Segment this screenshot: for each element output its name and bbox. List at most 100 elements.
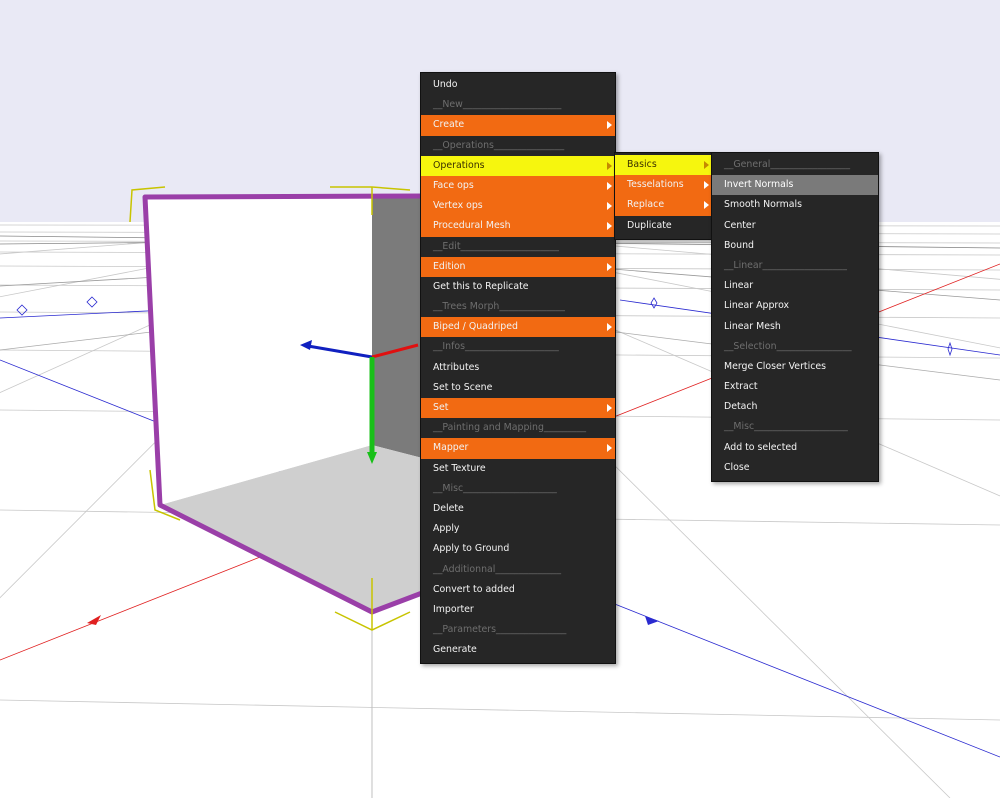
menu-item-vertex-ops[interactable]: Vertex ops	[421, 196, 615, 217]
submenu-arrow-icon	[607, 262, 612, 271]
menu-item-undo[interactable]: Undo	[421, 75, 615, 95]
menu-item-label: __Parameters_______________	[433, 624, 567, 636]
menu-item-generate[interactable]: Generate	[421, 640, 615, 660]
menu-separator-infos: __Infos____________________	[421, 337, 615, 357]
menu-item-label: Close	[724, 461, 750, 473]
menu-separator-linear: __Linear__________________	[712, 256, 878, 276]
menu-item-label: Convert to added	[433, 583, 515, 595]
menu-item-label: Tesselations	[627, 179, 684, 191]
menu-separator-misc: __Misc____________________	[421, 479, 615, 499]
menu-item-extract[interactable]: Extract	[712, 377, 878, 397]
menu-item-label: Linear	[724, 280, 754, 292]
submenu-arrow-icon	[607, 202, 612, 211]
menu-item-biped-quadriped[interactable]: Biped / Quadriped	[421, 317, 615, 338]
operations-submenu: Basics Tesselations Replace Duplicate	[614, 152, 713, 240]
menu-separator-parameters: __Parameters_______________	[421, 620, 615, 640]
submenu-arrow-icon	[607, 121, 612, 130]
menu-item-apply[interactable]: Apply	[421, 519, 615, 539]
menu-item-apply-to-ground[interactable]: Apply to Ground	[421, 539, 615, 559]
menu-item-label: Attributes	[433, 361, 480, 373]
menu-item-label: Generate	[433, 644, 477, 656]
menu-item-label: Basics	[627, 159, 657, 170]
menu-item-delete[interactable]: Delete	[421, 499, 615, 519]
menu-item-basics[interactable]: Basics	[615, 155, 712, 176]
menu-item-mapper[interactable]: Mapper	[421, 438, 615, 459]
menu-item-label: Replace	[627, 199, 665, 211]
menu-item-tesselations[interactable]: Tesselations	[615, 175, 712, 196]
menu-item-duplicate[interactable]: Duplicate	[615, 216, 712, 236]
context-menu: Undo __New_____________________ Create __Op…	[420, 72, 616, 665]
menu-item-linear-mesh[interactable]: Linear Mesh	[712, 317, 878, 337]
menu-item-label: Duplicate	[627, 219, 672, 231]
menu-item-label: Smooth Normals	[724, 199, 802, 211]
menu-item-label: __Misc____________________	[724, 421, 848, 433]
submenu-arrow-icon	[607, 161, 612, 170]
menu-item-label: Procedural Mesh	[433, 220, 511, 232]
menu-item-edition[interactable]: Edition	[421, 256, 615, 277]
menu-item-invert-normals[interactable]: Invert Normals	[712, 175, 878, 196]
menu-item-label: Importer	[433, 603, 474, 615]
menu-item-set-to-scene[interactable]: Set to Scene	[421, 378, 615, 398]
menu-item-center[interactable]: Center	[712, 216, 878, 236]
submenu-arrow-icon	[607, 222, 612, 231]
menu-item-label: Extract	[724, 381, 758, 393]
menu-item-label: __Edit_____________________	[433, 240, 559, 252]
menu-item-label: Operations	[433, 159, 485, 171]
menu-item-label: __Selection________________	[724, 340, 852, 352]
submenu-arrow-icon	[704, 161, 709, 169]
menu-item-label: Apply	[433, 523, 460, 535]
menu-item-label: Undo	[433, 79, 458, 90]
menu-item-set[interactable]: Set	[421, 398, 615, 419]
menu-item-label: Mapper	[433, 442, 469, 454]
menu-item-linear[interactable]: Linear	[712, 276, 878, 296]
submenu-arrow-icon	[607, 181, 612, 190]
menu-item-label: Vertex ops	[433, 200, 483, 212]
menu-item-label: __General_________________	[724, 159, 851, 170]
menu-separator-general: __General_________________	[712, 155, 878, 175]
menu-separator-edit: __Edit_____________________	[421, 237, 615, 257]
menu-item-label: Set	[433, 402, 449, 413]
menu-item-attributes[interactable]: Attributes	[421, 358, 615, 378]
menu-item-linear-approx[interactable]: Linear Approx	[712, 296, 878, 316]
menu-item-smooth-normals[interactable]: Smooth Normals	[712, 195, 878, 215]
submenu-arrow-icon	[704, 181, 709, 190]
submenu-arrow-icon	[607, 404, 612, 412]
menu-item-procedural-mesh[interactable]: Procedural Mesh	[421, 216, 615, 237]
menu-item-label: Invert Normals	[724, 179, 794, 191]
menu-item-label: Edition	[433, 260, 466, 272]
menu-item-operations[interactable]: Operations	[421, 155, 615, 176]
menu-separator-painting-and-mapping: __Painting and Mapping_________	[421, 418, 615, 438]
submenu-arrow-icon	[607, 323, 612, 332]
menu-separator-additionnal: __Additionnal______________	[421, 560, 615, 580]
menu-item-label: Bound	[724, 239, 755, 251]
menu-separator-new: __New_____________________	[421, 95, 615, 115]
menu-item-importer[interactable]: Importer	[421, 600, 615, 620]
menu-item-convert-to-added[interactable]: Convert to added	[421, 580, 615, 600]
menu-item-merge-closer-vertices[interactable]: Merge Closer Vertices	[712, 357, 878, 377]
menu-item-label: Apply to Ground	[433, 543, 510, 555]
menu-item-label: __Trees Morph______________	[433, 301, 565, 313]
menu-item-replace[interactable]: Replace	[615, 195, 712, 216]
menu-item-face-ops[interactable]: Face ops	[421, 175, 615, 197]
menu-item-label: Set Texture	[433, 462, 486, 474]
menu-item-label: Merge Closer Vertices	[724, 360, 827, 372]
menu-item-label: __Painting and Mapping_________	[433, 422, 587, 434]
menu-item-bound[interactable]: Bound	[712, 236, 878, 256]
menu-item-create[interactable]: Create	[421, 115, 615, 136]
menu-item-label: __Infos____________________	[433, 341, 559, 353]
menu-item-label: Get this to Replicate	[433, 280, 529, 292]
menu-item-label: __New_____________________	[433, 99, 562, 111]
menu-item-add-to-selected[interactable]: Add to selected	[712, 438, 878, 458]
menu-separator-trees-morph: __Trees Morph______________	[421, 297, 615, 317]
menu-item-label: Face ops	[433, 179, 474, 191]
menu-item-detach[interactable]: Detach	[712, 397, 878, 417]
menu-item-label: Biped / Quadriped	[433, 321, 518, 333]
menu-separator-operations: __Operations_______________	[421, 136, 615, 156]
menu-item-set-texture[interactable]: Set Texture	[421, 459, 615, 479]
menu-item-label: Add to selected	[724, 441, 798, 453]
menu-item-close[interactable]: Close	[712, 458, 878, 478]
menu-item-get-this-to-replicate[interactable]: Get this to Replicate	[421, 277, 615, 297]
menu-item-label: Delete	[433, 502, 464, 514]
menu-item-label: __Misc____________________	[433, 482, 557, 494]
menu-item-label: Linear Approx	[724, 300, 790, 312]
